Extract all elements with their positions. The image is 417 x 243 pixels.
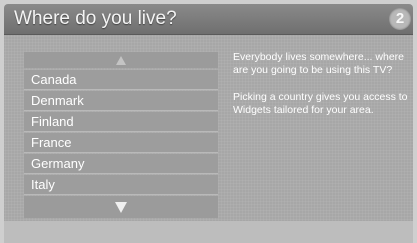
- step-badge: 2: [389, 8, 411, 30]
- info-paragraph-2: Picking a country gives you access to Wi…: [233, 91, 408, 116]
- content-panel: Canada Denmark Finland France Germany It…: [4, 35, 413, 221]
- scroll-up-button[interactable]: [24, 52, 218, 68]
- title-bar: Where do you live? 2: [4, 4, 413, 35]
- list-item-italy[interactable]: Italy: [24, 175, 218, 195]
- tv-setup-screen: Where do you live? 2 Canada Denmark Finl…: [0, 0, 417, 243]
- page-title: Where do you live?: [14, 8, 177, 29]
- info-text: Everybody lives somewhere... where are y…: [233, 51, 409, 131]
- info-paragraph-1: Everybody lives somewhere... where are y…: [233, 51, 404, 76]
- list-item-canada[interactable]: Canada: [24, 70, 218, 90]
- bottom-bar: [4, 221, 413, 243]
- chevron-up-icon: [116, 55, 126, 65]
- scroll-down-button[interactable]: [24, 196, 218, 218]
- list-item-france[interactable]: France: [24, 133, 218, 153]
- country-list[interactable]: Canada Denmark Finland France Germany It…: [24, 50, 218, 222]
- list-item-finland[interactable]: Finland: [24, 112, 218, 132]
- chevron-down-icon: [115, 201, 127, 213]
- list-item-germany[interactable]: Germany: [24, 154, 218, 174]
- list-item-denmark[interactable]: Denmark: [24, 91, 218, 111]
